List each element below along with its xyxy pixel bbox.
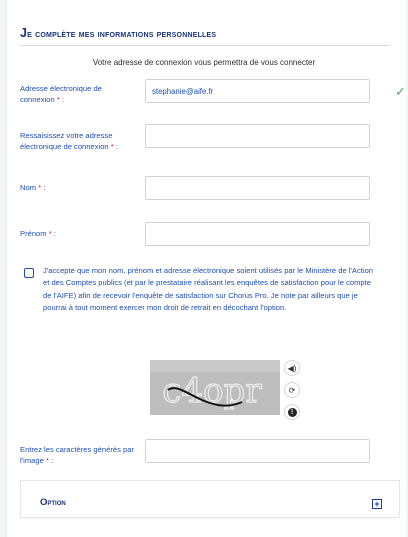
- captcha-input[interactable]: [145, 439, 370, 463]
- refresh-icon[interactable]: ⟳: [284, 382, 300, 398]
- option-label: Option: [40, 497, 66, 508]
- captcha-image: c4opr: [150, 360, 280, 415]
- email-confirm-input[interactable]: [145, 124, 370, 148]
- consent-checkbox[interactable]: [24, 268, 34, 278]
- prenom-input[interactable]: [145, 222, 370, 246]
- consent-text: J'accepte que mon nom, prénom et adresse…: [43, 266, 374, 312]
- title-divider: [20, 45, 390, 46]
- plus-icon[interactable]: +: [372, 499, 382, 509]
- email-input[interactable]: [145, 79, 370, 103]
- nom-input[interactable]: [145, 176, 370, 200]
- email-label: Adresse électronique de connexion * :: [20, 84, 102, 104]
- captcha-label: Entrez les caractères générés par l'imag…: [20, 445, 134, 465]
- captcha-text: c4opr: [162, 371, 262, 411]
- speaker-icon[interactable]: ◀): [284, 360, 300, 376]
- form-title: Je complète mes informations personnelle…: [20, 26, 217, 40]
- nom-label: Nom * :: [20, 183, 46, 192]
- intro-text: Votre adresse de connexion vous permettr…: [92, 58, 316, 67]
- prenom-label: Prénom * :: [20, 229, 56, 238]
- info-icon[interactable]: !: [284, 404, 300, 420]
- option-panel[interactable]: [20, 480, 400, 518]
- email-confirm-label: Ressaisissez votre adresse électronique …: [20, 131, 118, 151]
- check-icon: ✓: [395, 84, 406, 99]
